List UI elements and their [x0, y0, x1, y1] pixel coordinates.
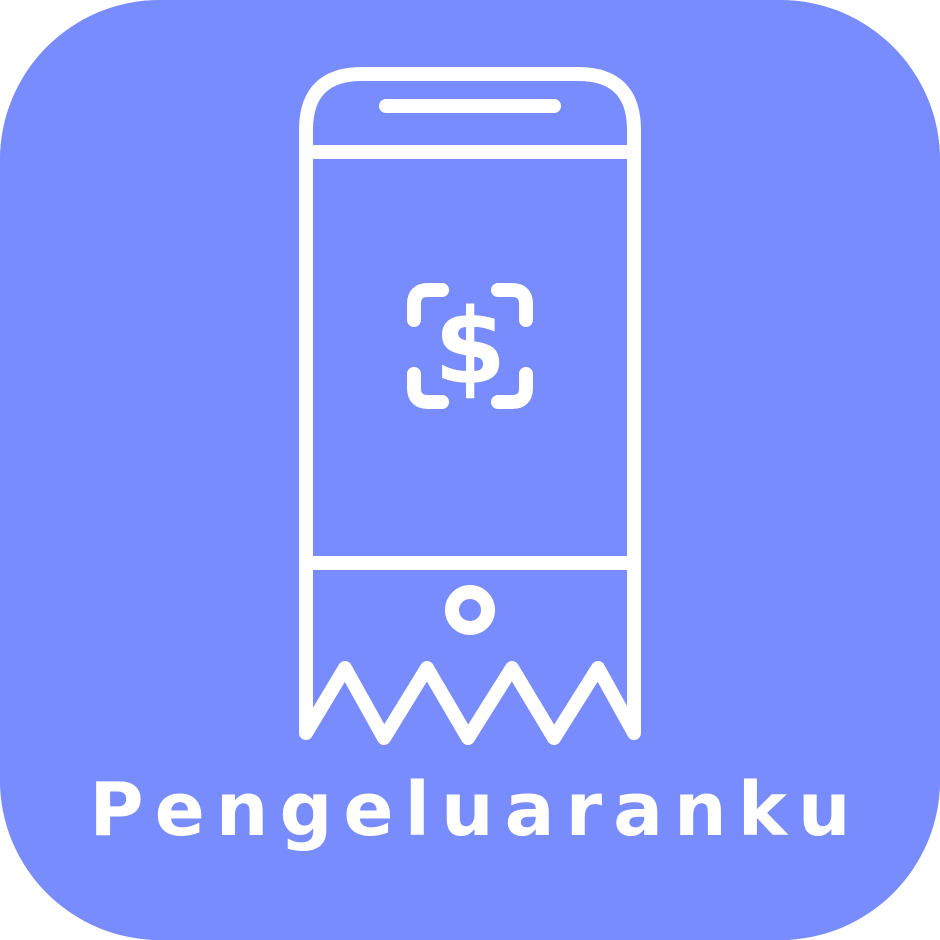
dollar-sign-icon: $ [434, 286, 506, 408]
svg-text:$: $ [434, 286, 506, 408]
app-name-label: Pengeluaranku [89, 767, 862, 853]
app-icon[interactable]: $ Pengeluaranku [0, 0, 940, 940]
